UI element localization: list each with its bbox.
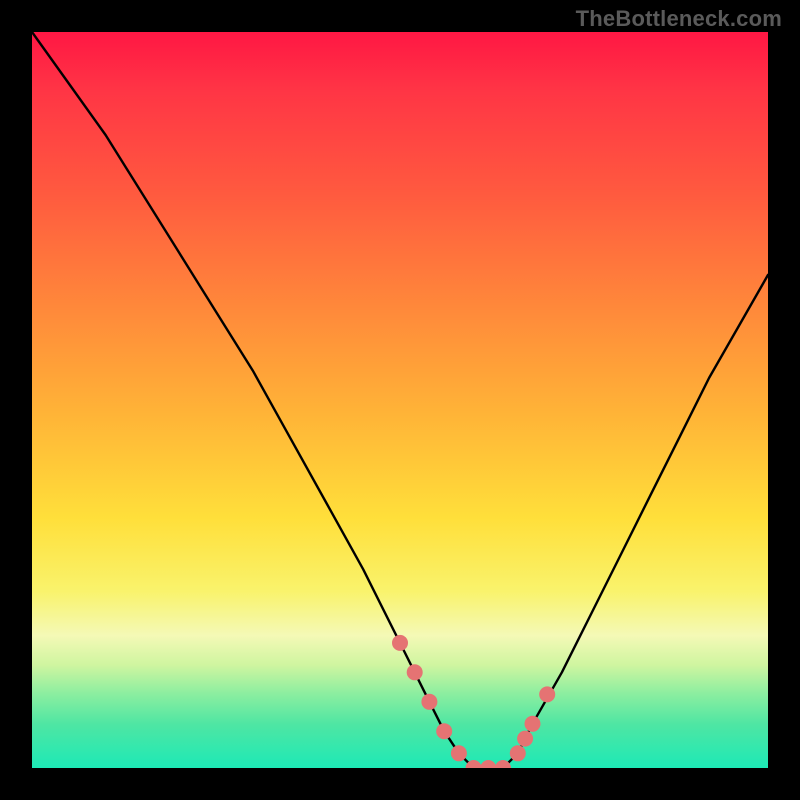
bottleneck-curve-line [32,32,768,768]
right-marker-3 [525,716,541,732]
right-marker-2 [517,731,533,747]
flat-marker-1 [451,745,467,761]
chart-plot-area [32,32,768,768]
left-marker-1 [392,635,408,651]
attribution-label: TheBottleneck.com [576,6,782,32]
right-marker-1 [510,745,526,761]
flat-marker-3 [480,760,496,768]
chart-frame: TheBottleneck.com [0,0,800,800]
chart-svg [32,32,768,768]
right-marker-4 [539,686,555,702]
marker-group [392,635,555,768]
left-marker-4 [436,723,452,739]
left-marker-2 [407,664,423,680]
left-marker-3 [421,694,437,710]
